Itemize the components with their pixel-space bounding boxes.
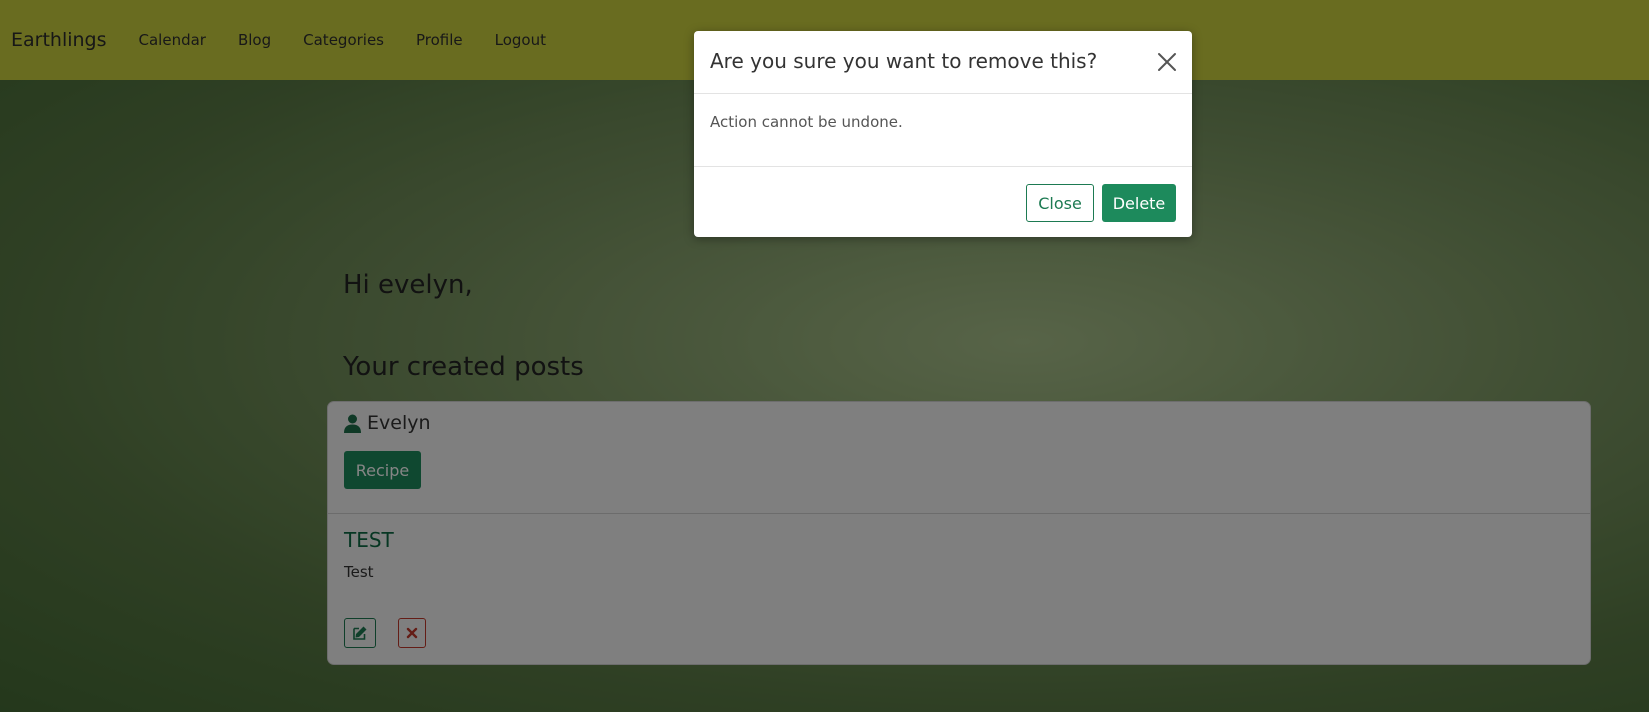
- delete-button[interactable]: Delete: [1102, 184, 1176, 222]
- close-button[interactable]: Close: [1026, 184, 1094, 222]
- confirm-delete-modal: Are you sure you want to remove this? Ac…: [694, 31, 1192, 237]
- modal-header: Are you sure you want to remove this?: [694, 31, 1192, 94]
- close-icon: [1158, 53, 1176, 71]
- modal-body-text: Action cannot be undone.: [710, 113, 903, 131]
- modal-footer: Close Delete: [694, 166, 1192, 238]
- modal-close-button[interactable]: [1156, 51, 1178, 73]
- modal-title: Are you sure you want to remove this?: [710, 49, 1098, 73]
